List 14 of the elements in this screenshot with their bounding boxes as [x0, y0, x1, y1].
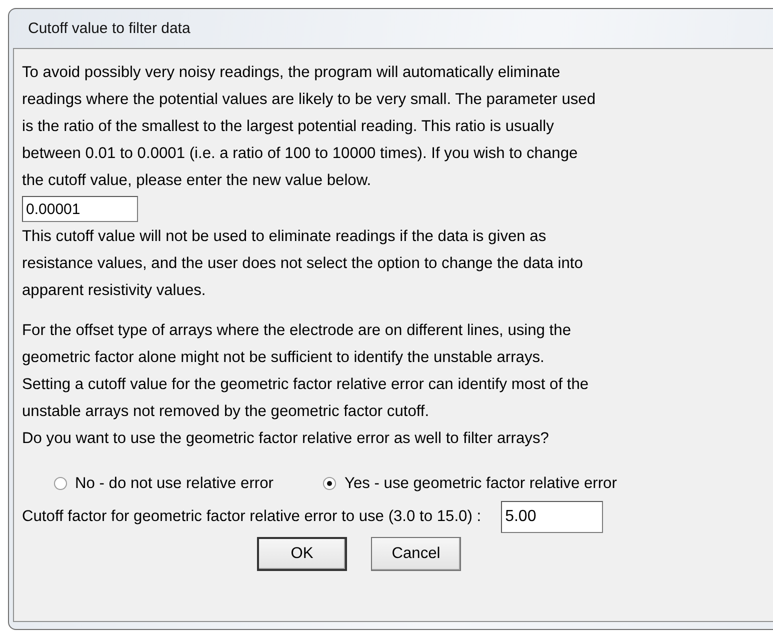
question-text: Do you want to use the geometric factor relative error as well to filter arrays? [22, 429, 550, 449]
window-title: Cutoff value to filter data [28, 20, 190, 37]
intro-paragraph: To avoid possibly very noisy readings, the program will automatically eliminate readings where the potential values are likely to be very small. The parameter used is the ratio of the smallest to the largest potential reading. This ratio is usually between 0.01 to 0.0001 (i.e. a ratio of 100 to 10000 times). If you wish to change the cutoff value, please enter the new value below. [22, 63, 597, 191]
note-paragraph: This cutoff value will not be used to eliminate readings if the data is given as resistance values, and the user does not select the option to change the data into apparent resistivity values. [22, 227, 584, 301]
radio-button[interactable] [323, 477, 336, 490]
radio-label[interactable]: Yes - use geometric factor relative error [344, 474, 617, 492]
radio-label[interactable]: No - do not use relative error [75, 474, 274, 492]
radio-button[interactable] [54, 477, 67, 490]
offset-paragraph: For the offset type of arrays where the electrode are on different lines, using the geometric factor alone might not be sufficient to identify the unstable arrays. Setting a cutoff value for the geometric factor relative error can identify most of the unstable arrays not removed by the geometric factor cutoff. [22, 321, 590, 422]
cutoff-field[interactable]: 0.00001 [22, 196, 138, 222]
factor-label: Cutoff factor for geometric factor relative error to use (3.0 to 15.0) : [22, 508, 482, 526]
cancel-button[interactable]: Cancel [371, 537, 461, 571]
factor-field[interactable]: 5.00 [501, 501, 604, 533]
ok-button[interactable]: OK [257, 537, 347, 571]
